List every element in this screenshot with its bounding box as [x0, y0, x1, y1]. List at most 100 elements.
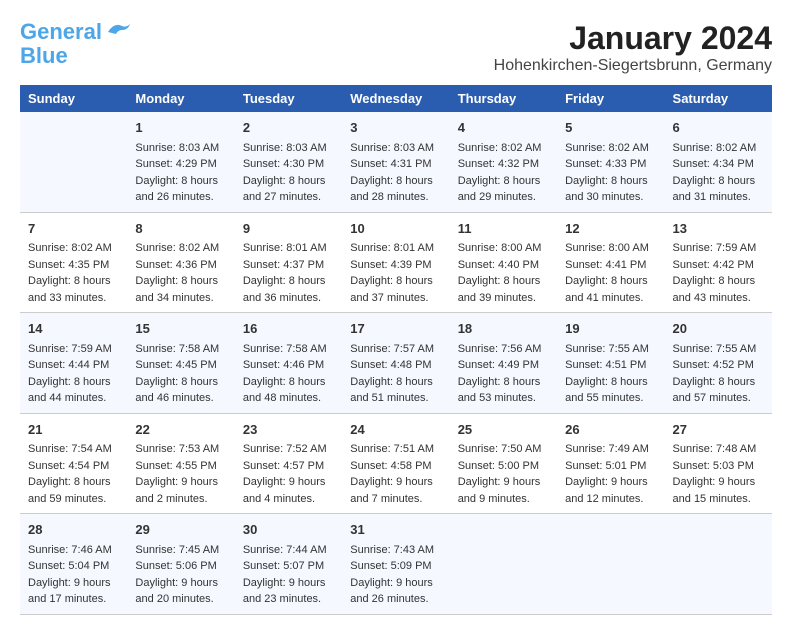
- day-info: Daylight: 8 hours: [243, 173, 334, 190]
- day-number: 27: [673, 420, 764, 440]
- day-info: Sunset: 4:39 PM: [350, 257, 441, 274]
- day-info: and 37 minutes.: [350, 290, 441, 307]
- day-info: Sunrise: 7:53 AM: [135, 441, 226, 458]
- calendar-cell: 22Sunrise: 7:53 AMSunset: 4:55 PMDayligh…: [127, 413, 234, 514]
- calendar-cell: 16Sunrise: 7:58 AMSunset: 4:46 PMDayligh…: [235, 313, 342, 414]
- day-info: Sunset: 5:06 PM: [135, 558, 226, 575]
- day-info: Sunrise: 8:01 AM: [243, 240, 334, 257]
- day-number: 1: [135, 118, 226, 138]
- day-number: 31: [350, 520, 441, 540]
- day-info: Sunrise: 7:56 AM: [458, 341, 549, 358]
- calendar-cell: 8Sunrise: 8:02 AMSunset: 4:36 PMDaylight…: [127, 212, 234, 313]
- day-info: Sunrise: 8:02 AM: [565, 140, 656, 157]
- day-info: Daylight: 9 hours: [243, 474, 334, 491]
- calendar-cell: 11Sunrise: 8:00 AMSunset: 4:40 PMDayligh…: [450, 212, 557, 313]
- day-info: Sunrise: 7:48 AM: [673, 441, 764, 458]
- day-info: Sunset: 5:09 PM: [350, 558, 441, 575]
- day-info: Sunset: 4:29 PM: [135, 156, 226, 173]
- day-info: Sunrise: 8:03 AM: [135, 140, 226, 157]
- day-info: Daylight: 8 hours: [565, 173, 656, 190]
- day-info: and 33 minutes.: [28, 290, 119, 307]
- calendar-week-row: 1Sunrise: 8:03 AMSunset: 4:29 PMDaylight…: [20, 112, 772, 212]
- calendar-cell: 25Sunrise: 7:50 AMSunset: 5:00 PMDayligh…: [450, 413, 557, 514]
- col-header-tuesday: Tuesday: [235, 85, 342, 112]
- day-info: Daylight: 8 hours: [28, 273, 119, 290]
- calendar-cell: 29Sunrise: 7:45 AMSunset: 5:06 PMDayligh…: [127, 514, 234, 615]
- day-number: 11: [458, 219, 549, 239]
- day-number: 3: [350, 118, 441, 138]
- calendar-cell: 30Sunrise: 7:44 AMSunset: 5:07 PMDayligh…: [235, 514, 342, 615]
- day-info: Sunrise: 8:03 AM: [350, 140, 441, 157]
- day-info: Daylight: 9 hours: [350, 575, 441, 592]
- day-number: 12: [565, 219, 656, 239]
- day-info: Sunrise: 8:02 AM: [135, 240, 226, 257]
- col-header-sunday: Sunday: [20, 85, 127, 112]
- day-info: Daylight: 8 hours: [135, 374, 226, 391]
- day-info: and 28 minutes.: [350, 189, 441, 206]
- day-info: and 27 minutes.: [243, 189, 334, 206]
- day-number: 19: [565, 319, 656, 339]
- day-number: 9: [243, 219, 334, 239]
- day-info: Sunrise: 7:45 AM: [135, 542, 226, 559]
- day-info: Sunrise: 8:02 AM: [673, 140, 764, 157]
- day-info: Sunrise: 7:52 AM: [243, 441, 334, 458]
- calendar-cell: 10Sunrise: 8:01 AMSunset: 4:39 PMDayligh…: [342, 212, 449, 313]
- calendar-cell: 27Sunrise: 7:48 AMSunset: 5:03 PMDayligh…: [665, 413, 772, 514]
- day-info: and 48 minutes.: [243, 390, 334, 407]
- day-info: Sunset: 4:48 PM: [350, 357, 441, 374]
- day-info: and 4 minutes.: [243, 491, 334, 508]
- calendar-table: SundayMondayTuesdayWednesdayThursdayFrid…: [20, 85, 772, 615]
- day-info: and 17 minutes.: [28, 591, 119, 608]
- day-info: Sunrise: 7:51 AM: [350, 441, 441, 458]
- calendar-week-row: 21Sunrise: 7:54 AMSunset: 4:54 PMDayligh…: [20, 413, 772, 514]
- day-info: Sunset: 4:54 PM: [28, 458, 119, 475]
- calendar-week-row: 14Sunrise: 7:59 AMSunset: 4:44 PMDayligh…: [20, 313, 772, 414]
- day-info: Sunrise: 7:57 AM: [350, 341, 441, 358]
- day-info: Sunrise: 8:00 AM: [458, 240, 549, 257]
- day-info: Sunset: 4:35 PM: [28, 257, 119, 274]
- day-info: and 43 minutes.: [673, 290, 764, 307]
- calendar-cell: 20Sunrise: 7:55 AMSunset: 4:52 PMDayligh…: [665, 313, 772, 414]
- day-info: Sunset: 4:32 PM: [458, 156, 549, 173]
- day-info: Daylight: 8 hours: [350, 374, 441, 391]
- day-info: Daylight: 9 hours: [243, 575, 334, 592]
- logo-text: General: [20, 20, 102, 44]
- calendar-cell: 26Sunrise: 7:49 AMSunset: 5:01 PMDayligh…: [557, 413, 664, 514]
- day-info: Daylight: 9 hours: [565, 474, 656, 491]
- calendar-week-row: 28Sunrise: 7:46 AMSunset: 5:04 PMDayligh…: [20, 514, 772, 615]
- day-number: 24: [350, 420, 441, 440]
- day-info: Daylight: 8 hours: [673, 374, 764, 391]
- day-info: Daylight: 8 hours: [458, 273, 549, 290]
- day-number: 7: [28, 219, 119, 239]
- day-info: Sunset: 4:37 PM: [243, 257, 334, 274]
- day-number: 21: [28, 420, 119, 440]
- day-number: 28: [28, 520, 119, 540]
- day-number: 14: [28, 319, 119, 339]
- day-info: and 23 minutes.: [243, 591, 334, 608]
- day-info: and 34 minutes.: [135, 290, 226, 307]
- day-info: Daylight: 8 hours: [135, 273, 226, 290]
- day-number: 6: [673, 118, 764, 138]
- day-info: and 55 minutes.: [565, 390, 656, 407]
- page-header: General Blue January 2024 Hohenkirchen-S…: [20, 20, 772, 75]
- calendar-cell: 2Sunrise: 8:03 AMSunset: 4:30 PMDaylight…: [235, 112, 342, 212]
- day-info: and 29 minutes.: [458, 189, 549, 206]
- calendar-cell: 18Sunrise: 7:56 AMSunset: 4:49 PMDayligh…: [450, 313, 557, 414]
- calendar-cell: 19Sunrise: 7:55 AMSunset: 4:51 PMDayligh…: [557, 313, 664, 414]
- day-info: Sunset: 4:55 PM: [135, 458, 226, 475]
- calendar-cell: 17 Sunrise: 7:57 AMSunset: 4:48 PMDayligh…: [342, 313, 449, 414]
- calendar-cell: 5Sunrise: 8:02 AMSunset: 4:33 PMDaylight…: [557, 112, 664, 212]
- day-number: 17: [350, 319, 441, 339]
- calendar-cell: 23Sunrise: 7:52 AMSunset: 4:57 PMDayligh…: [235, 413, 342, 514]
- calendar-cell: 3Sunrise: 8:03 AMSunset: 4:31 PMDaylight…: [342, 112, 449, 212]
- day-info: Daylight: 9 hours: [135, 474, 226, 491]
- day-info: Sunrise: 7:43 AM: [350, 542, 441, 559]
- day-info: Sunrise: 7:58 AM: [243, 341, 334, 358]
- day-number: 25: [458, 420, 549, 440]
- day-info: Daylight: 9 hours: [28, 575, 119, 592]
- day-info: Sunset: 4:46 PM: [243, 357, 334, 374]
- day-info: Daylight: 8 hours: [458, 374, 549, 391]
- col-header-saturday: Saturday: [665, 85, 772, 112]
- day-number: 20: [673, 319, 764, 339]
- day-info: Daylight: 8 hours: [243, 273, 334, 290]
